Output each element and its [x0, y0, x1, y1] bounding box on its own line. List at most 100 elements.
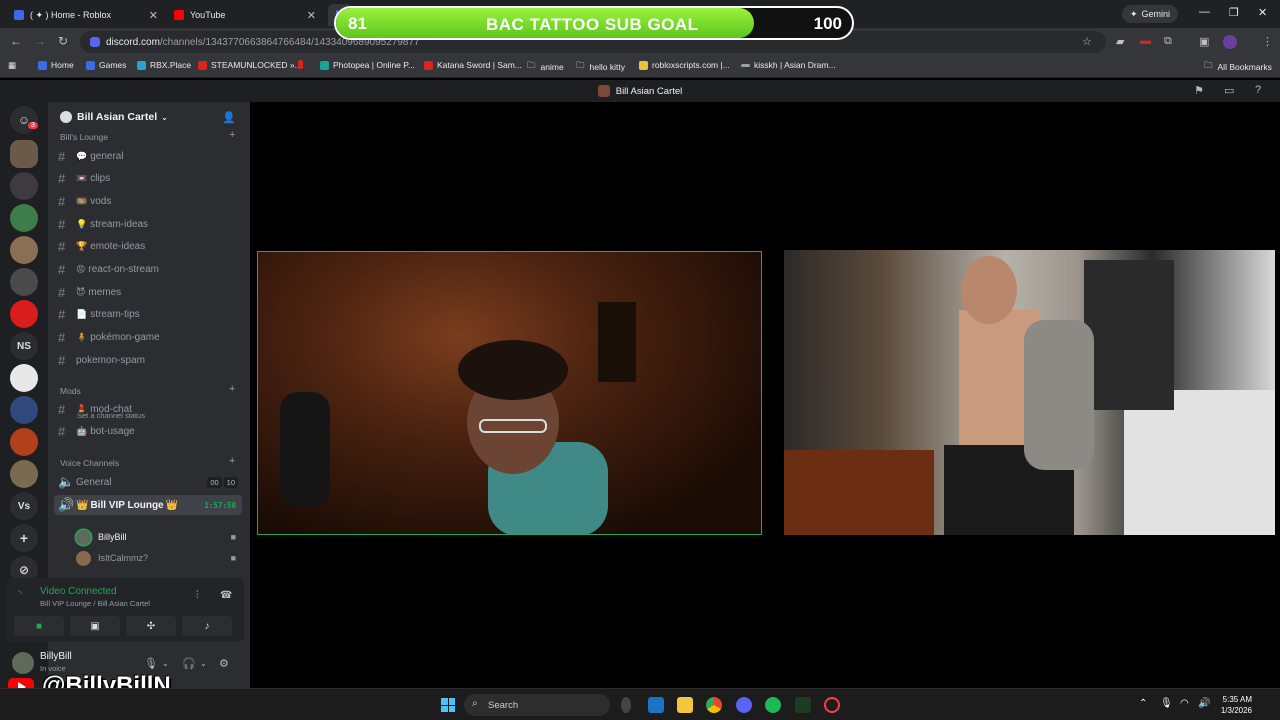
popout-icon[interactable]: ▭ — [1224, 84, 1234, 97]
taskbar-clock[interactable]: 5:35 AM 1/3/2026 — [1221, 694, 1252, 716]
channel-stream-tips[interactable]: # 📄 stream-tips — [54, 305, 242, 325]
video-tile-participant[interactable] — [784, 250, 1275, 535]
chevron-down-icon[interactable]: ⌄ — [200, 659, 207, 668]
connection-signal-icon[interactable]: ◝ — [18, 589, 22, 600]
bookmark-star-icon[interactable]: ☆ — [1082, 35, 1092, 48]
server-icon[interactable] — [10, 268, 38, 296]
close-tab-icon[interactable]: ✕ — [149, 9, 158, 22]
bookmark-item[interactable]: kisskh | Asian Dram... — [741, 60, 836, 70]
channel-memes[interactable]: # 😈 memes — [54, 282, 242, 302]
channel-pokémon-game[interactable]: # 🧍 pokémon-game — [54, 328, 242, 348]
wifi-icon[interactable]: ◠ — [1180, 698, 1189, 709]
headphones-icon[interactable]: 🎧 — [182, 657, 196, 670]
discord-taskbar-icon[interactable] — [736, 697, 752, 713]
server-icon[interactable] — [10, 172, 38, 200]
forward-icon[interactable]: → — [34, 34, 46, 48]
server-ns[interactable]: NS — [10, 332, 38, 360]
bookmark-item[interactable]: robloxscripts.com |... — [639, 60, 730, 70]
category-mods[interactable]: Mods — [60, 386, 81, 396]
windows-start-icon[interactable] — [441, 698, 455, 712]
minimize-icon[interactable]: — — [1199, 6, 1210, 18]
settings-gear-icon[interactable]: ⚙ — [219, 657, 229, 670]
apps-grid-icon[interactable]: ▦ — [8, 60, 16, 71]
app-icon[interactable] — [795, 697, 811, 713]
server-icon[interactable] — [10, 236, 38, 264]
camera-toggle-button[interactable]: ■ — [14, 616, 64, 636]
reload-icon[interactable]: ↻ — [58, 34, 68, 48]
bookmark-item[interactable]: Photopea | Online P... — [320, 60, 415, 70]
disconnect-icon[interactable]: ☎ — [220, 590, 232, 601]
volume-icon[interactable]: 🔊 — [1198, 698, 1210, 709]
server-among-us-icon[interactable] — [10, 300, 38, 328]
channel-general[interactable]: # 💬 general — [54, 146, 242, 166]
channel-stream-ideas[interactable]: # 💡 stream-ideas — [54, 214, 242, 234]
chrome-icon[interactable] — [706, 697, 722, 713]
voice-user-billybill[interactable]: BillyBill ■ — [76, 528, 246, 546]
microphone-icon[interactable]: 🎙 — [144, 657, 158, 670]
channel-react-on-stream[interactable]: # 😡 react-on-stream — [54, 260, 242, 280]
video-tile-speaking[interactable] — [257, 251, 762, 535]
discord-home-icon[interactable]: ☺ — [10, 106, 38, 134]
spotify-icon[interactable] — [765, 697, 781, 713]
channel-pokemon-spam[interactable]: # pokemon-spam — [54, 350, 242, 370]
voice-channel-bill-vip-lounge[interactable]: 🔊 👑 Bill VIP Lounge 👑 1:57:50 — [54, 495, 242, 515]
channel-vods[interactable]: # 🎞️ vods — [54, 191, 242, 211]
taskbar-search[interactable]: ⌕ Search — [464, 694, 610, 716]
bookmark-item[interactable]: Games — [86, 60, 126, 70]
server-icon[interactable] — [10, 364, 38, 392]
tab-roblox[interactable]: ( ✦ ) Home - Roblox ✕ — [6, 4, 166, 26]
server-icon[interactable] — [10, 428, 38, 456]
server-icon[interactable] — [10, 204, 38, 232]
extension-icon[interactable]: ▬ — [1140, 35, 1151, 47]
channel-emote-ideas[interactable]: # 🏆 emote-ideas — [54, 237, 242, 257]
voice-user-isitcalmmz[interactable]: IsItCalmmz? ■ — [76, 549, 246, 567]
server-header[interactable]: Bill Asian Cartel ⌄ — [48, 102, 250, 132]
side-panel-icon[interactable]: ▣ — [1199, 35, 1209, 48]
profile-avatar[interactable] — [1223, 35, 1237, 49]
mic-tray-icon[interactable]: 🎙 — [1160, 698, 1173, 709]
screen-share-button[interactable]: ▣ — [70, 616, 120, 636]
user-avatar[interactable] — [12, 652, 34, 674]
inbox-flag-icon[interactable]: ⚑ — [1194, 84, 1204, 97]
all-bookmarks-folder[interactable]: 🗀 All Bookmarks — [1204, 60, 1272, 74]
restore-icon[interactable]: ❐ — [1229, 6, 1239, 19]
noise-suppression-icon[interactable]: ⫶ — [196, 590, 199, 601]
activities-button[interactable]: ✣ — [126, 616, 176, 636]
bookmark-item[interactable]: RBX.Place — [137, 60, 191, 70]
gemini-button[interactable]: ✦ Gemini — [1122, 5, 1179, 23]
bookmark-folder[interactable]: 🗀 hello kitty — [576, 60, 625, 74]
mic-tray-app-icon[interactable] — [621, 697, 631, 713]
voice-channel-general[interactable]: 🔈 General 00 10 — [54, 472, 242, 492]
close-tab-icon[interactable]: ✕ — [307, 9, 316, 22]
voice-location-link[interactable]: Bill VIP Lounge / Bill Asian Cartel — [40, 599, 150, 608]
more-menu-icon[interactable]: ⋮ — [1262, 35, 1273, 48]
bookmark-item[interactable] — [298, 60, 307, 69]
category-voice-channels[interactable]: Voice Channels — [60, 458, 119, 468]
category-bills-lounge[interactable]: Bill's Lounge — [60, 132, 108, 142]
app-icon[interactable] — [648, 697, 664, 713]
bookmark-folder[interactable]: 🗀 anime — [527, 60, 564, 74]
bookmark-item[interactable]: STEAMUNLOCKED »... — [198, 60, 302, 70]
channel-mod-chat[interactable]: # 💄 mod-chat — [54, 399, 242, 419]
server-icon[interactable] — [10, 460, 38, 488]
invite-people-icon[interactable]: 👤 — [222, 111, 236, 124]
soundboard-button[interactable]: ♪ — [182, 616, 232, 636]
site-info-icon[interactable] — [90, 37, 100, 47]
server-vs[interactable]: Vs — [10, 492, 38, 520]
extension-icon[interactable]: ▰ — [1116, 35, 1124, 48]
bookmark-item[interactable]: Katana Sword | Sam... — [424, 60, 522, 70]
bookmark-item[interactable]: Home — [38, 60, 74, 70]
channel-clips[interactable]: # 📼 clips — [54, 169, 242, 189]
puzzle-extensions-icon[interactable]: ⧉ — [1164, 35, 1172, 48]
server-icon[interactable] — [10, 396, 38, 424]
close-window-icon[interactable]: ✕ — [1258, 6, 1267, 19]
chevron-down-icon[interactable]: ⌄ — [162, 659, 169, 668]
server-bill-asian-cartel[interactable] — [10, 140, 38, 168]
file-explorer-icon[interactable] — [677, 697, 693, 713]
add-server-icon[interactable]: + — [10, 524, 38, 552]
tray-overflow-icon[interactable]: ⌃ — [1139, 698, 1147, 709]
back-icon[interactable]: ← — [10, 34, 22, 48]
help-icon[interactable]: ? — [1255, 84, 1261, 96]
channel-bot-usage[interactable]: # 🤖 bot-usage — [54, 422, 242, 442]
tab-youtube[interactable]: YouTube ✕ — [166, 4, 324, 26]
